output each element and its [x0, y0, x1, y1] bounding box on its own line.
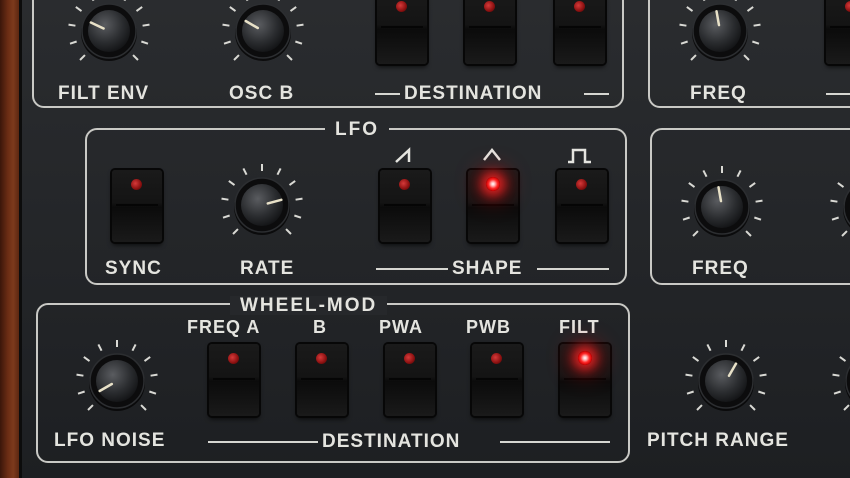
mid-freq-label: FREQ: [692, 258, 749, 279]
osc-b-label: OSC B: [229, 83, 295, 104]
lfo-noise-label: LFO NOISE: [54, 430, 166, 451]
lfo-shape-triangle-button[interactable]: [468, 170, 518, 242]
divider-line: [500, 441, 610, 443]
led: [396, 1, 407, 12]
pitch-range-knob[interactable]: [683, 338, 769, 424]
filt-env-label: FILT ENV: [58, 83, 150, 104]
lfo-section: [85, 128, 627, 285]
mid-right-partial-knob[interactable]: [828, 164, 850, 250]
triangle-wave-icon: [483, 147, 501, 161]
divider-line: [584, 93, 609, 95]
pwa-label: PWA: [379, 317, 424, 337]
divider-line: [375, 93, 400, 95]
led: [228, 353, 239, 364]
bottom-right-partial-knob[interactable]: [830, 338, 850, 424]
lfo-shape-sawtooth-button[interactable]: [380, 170, 430, 242]
led: [576, 179, 587, 190]
divider-line: [376, 268, 448, 270]
top-destination-button-1[interactable]: [377, 0, 427, 64]
led: [131, 179, 142, 190]
pwb-label: PWB: [466, 317, 511, 337]
lfo-sync-label: SYNC: [105, 258, 162, 279]
square-wave-icon: [568, 148, 591, 164]
top-freq-knob[interactable]: [677, 0, 763, 74]
synth-panel: FILT ENV OSC B DESTINATION FREQ LFO SYNC…: [0, 0, 850, 478]
wheel-mod-pwb-button[interactable]: [472, 344, 522, 416]
top-right-button[interactable]: [826, 0, 850, 64]
wheel-mod-freq-a-button[interactable]: [209, 344, 259, 416]
led: [316, 353, 327, 364]
led: [491, 353, 502, 364]
top-destination-label: DESTINATION: [404, 83, 543, 104]
top-freq-label: FREQ: [690, 83, 747, 104]
led: [574, 1, 585, 12]
sawtooth-wave-icon: [395, 147, 411, 163]
led: [399, 179, 410, 190]
lfo-shape-square-button[interactable]: [557, 170, 607, 242]
wheel-mod-filt-button[interactable]: [560, 344, 610, 416]
top-destination-button-2[interactable]: [465, 0, 515, 64]
wheel-mod-title: WHEEL-MOD: [230, 296, 388, 315]
osc-b-knob[interactable]: [220, 0, 306, 74]
wood-side-panel: [0, 0, 22, 478]
mid-freq-knob[interactable]: [679, 164, 765, 250]
lfo-rate-knob[interactable]: [219, 162, 305, 248]
led: [484, 1, 495, 12]
led: [845, 1, 850, 12]
wheel-mod-b-button[interactable]: [297, 344, 347, 416]
lfo-shape-label: SHAPE: [452, 258, 523, 279]
led-lit: [578, 351, 592, 365]
pitch-range-label: PITCH RANGE: [647, 430, 789, 451]
divider-line: [537, 268, 609, 270]
lfo-title: LFO: [325, 120, 389, 139]
led: [404, 353, 415, 364]
lfo-noise-knob[interactable]: [74, 338, 160, 424]
lfo-rate-label: RATE: [240, 258, 295, 279]
filt-env-knob[interactable]: [66, 0, 152, 74]
divider-line: [208, 441, 318, 443]
led-lit: [486, 177, 500, 191]
b-label: B: [313, 317, 327, 337]
wheel-mod-pwa-button[interactable]: [385, 344, 435, 416]
filt-label: FILT: [559, 317, 600, 337]
top-destination-button-3[interactable]: [555, 0, 605, 64]
freq-a-label: FREQ A: [187, 317, 261, 337]
divider-line: [826, 93, 850, 95]
wheel-mod-destination-label: DESTINATION: [322, 431, 461, 452]
lfo-sync-button[interactable]: [112, 170, 162, 242]
